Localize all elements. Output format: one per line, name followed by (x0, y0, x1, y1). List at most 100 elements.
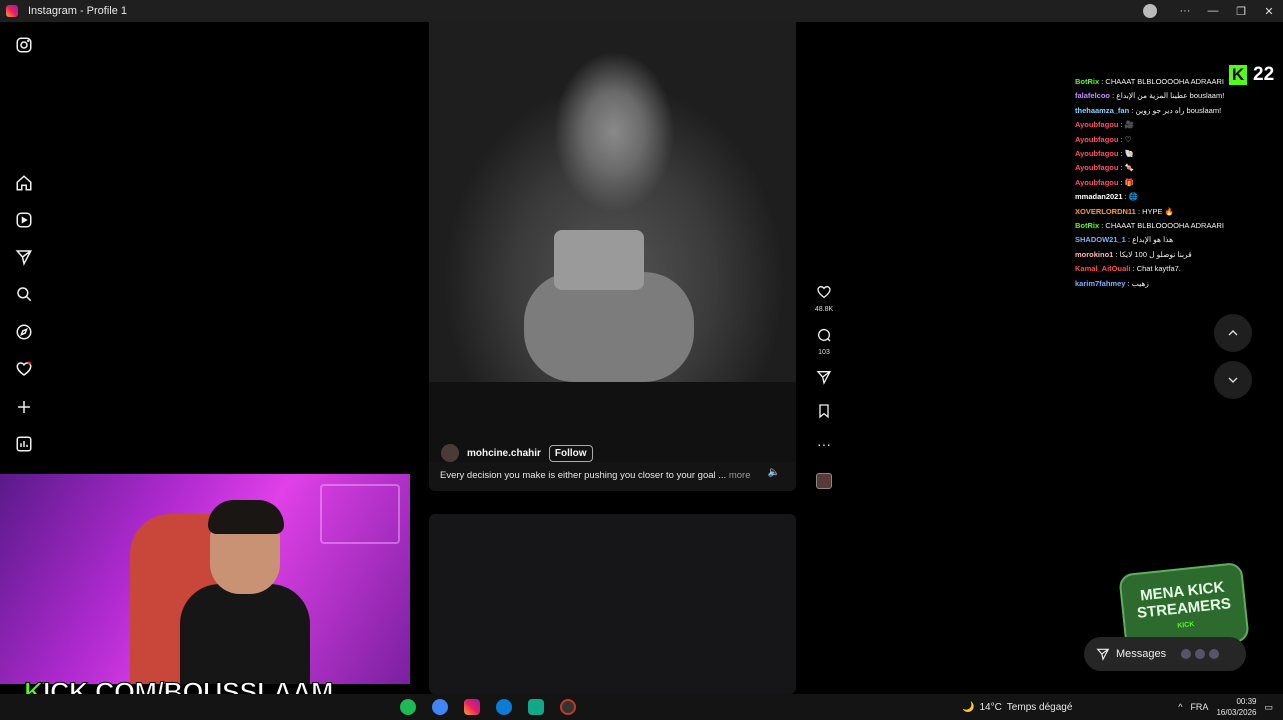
taskbar-apps (400, 699, 576, 715)
caption-more-link[interactable]: more (729, 470, 751, 481)
follow-button[interactable]: Follow (548, 444, 593, 462)
save-button[interactable] (809, 403, 839, 424)
system-tray: ^ FRA 00:39 16/03/2026 ▭ (1178, 694, 1273, 720)
heart-icon (817, 285, 831, 299)
more-options-icon[interactable]: ··· (809, 436, 839, 452)
chat-username[interactable]: mmadan2021 (1075, 192, 1123, 201)
chat-username[interactable]: morokino1 (1075, 250, 1113, 259)
chat-username[interactable]: Ayoubfagou (1075, 178, 1118, 187)
chat-message: Ayoubfagou : 🎥 (1075, 118, 1260, 132)
comment-count: 103 (818, 349, 830, 356)
scroll-down-button[interactable] (1214, 361, 1252, 399)
edge-icon[interactable] (496, 699, 512, 715)
webcam-person-hair (208, 500, 284, 534)
chat-text: : HYPE 🔥 (1137, 206, 1174, 216)
chat-message: mmadan2021 : 🌐 (1075, 190, 1260, 204)
messages-avatars (1180, 648, 1221, 660)
messages-button[interactable]: Messages (1084, 637, 1246, 671)
chat-username[interactable]: falafelcoo (1075, 91, 1110, 100)
post-author-username[interactable]: mohcine.chahir (467, 448, 541, 459)
minimize-button[interactable]: — (1199, 5, 1227, 17)
clock-date: 16/03/2026 (1216, 708, 1257, 717)
comment-button[interactable]: 103 (809, 327, 839, 356)
chat-username[interactable]: Ayoubfagou (1075, 149, 1118, 158)
chat-text: : CHAAAT BLBLOOOOHA ADRAARI (1101, 221, 1224, 231)
instagram-taskbar-icon[interactable] (464, 699, 480, 715)
chat-message: BotRix : CHAAAT BLBLOOOOHA ADRAARI (1075, 219, 1260, 233)
chat-username[interactable]: BotRix (1075, 77, 1099, 86)
post-image-phone (554, 230, 644, 290)
spotify-icon[interactable] (400, 699, 416, 715)
chat-username[interactable]: XOVERLORDN11 (1075, 207, 1136, 216)
stream-chat: BotRix : CHAAAT BLBLOOOOHA ADRAARI falafe… (1075, 75, 1260, 291)
chat-message: Ayoubfagou : 🎁 (1075, 176, 1260, 190)
bookmark-icon (819, 404, 829, 419)
obs-icon[interactable] (560, 699, 576, 715)
chat-username[interactable]: SHADOW21_1 (1075, 235, 1126, 244)
chat-text: : CHAAAT BLBLOOOOHA ADRAARI (1101, 77, 1224, 86)
like-button[interactable]: 48.8K (809, 284, 839, 313)
chat-text: : هذا هو الإبداع (1127, 235, 1174, 245)
chat-text: : Chat kaytfa7. (1132, 264, 1181, 274)
chat-text: : 🎁 (1120, 177, 1135, 187)
chat-username[interactable]: Ayoubfagou (1075, 135, 1118, 144)
window-title: Instagram - Profile 1 (28, 5, 128, 17)
moon-icon: 🌙 (962, 701, 975, 713)
weather-widget[interactable]: 🌙 14°C Temps dégagé (962, 694, 1072, 720)
audio-thumbnail[interactable] (809, 473, 839, 489)
chat-text: : 🎥 (1120, 120, 1135, 130)
chat-message: Kamal_AitOuali : Chat kaytfa7. (1075, 262, 1260, 276)
chat-message: morokino1 : قربنا نوصلو ل 100 لايكا (1075, 248, 1260, 262)
chat-message: BotRix : CHAAAT BLBLOOOOHA ADRAARI (1075, 75, 1260, 89)
chart-icon[interactable] (14, 434, 34, 454)
temperature: 14°C (979, 701, 1002, 713)
post-author-row: mohcine.chahir Follow (441, 444, 593, 462)
post-card: mohcine.chahir Follow Every decision you… (429, 22, 796, 491)
notification-icon[interactable]: ▭ (1264, 702, 1273, 713)
chat-message: thehaamza_fan : راه دير جو زوين bouslaam… (1075, 104, 1260, 118)
instagram-icon[interactable] (14, 35, 34, 55)
chat-username[interactable]: Ayoubfagou (1075, 163, 1118, 172)
home-icon[interactable] (14, 173, 34, 193)
plus-icon[interactable] (14, 397, 34, 417)
heart-icon[interactable] (14, 359, 34, 379)
post-caption: Every decision you make is either pushin… (440, 470, 751, 481)
scroll-up-button[interactable] (1214, 314, 1252, 352)
chat-text: : عطينا المزية من الإبداع bouslaam! (1112, 91, 1225, 101)
chat-username[interactable]: Ayoubfagou (1075, 120, 1118, 129)
close-button[interactable]: ✕ (1255, 5, 1283, 18)
language-indicator[interactable]: FRA (1190, 702, 1208, 712)
send-icon[interactable] (14, 247, 34, 267)
app-icon[interactable] (528, 699, 544, 715)
chat-username[interactable]: thehaamza_fan (1075, 106, 1129, 115)
chat-message: XOVERLORDN11 : HYPE 🔥 (1075, 205, 1260, 219)
maximize-button[interactable]: ❐ (1227, 5, 1255, 18)
chat-text: : 🍬 (1120, 163, 1135, 173)
chat-username[interactable]: Kamal_AitOuali (1075, 264, 1130, 273)
reels-icon[interactable] (14, 210, 34, 230)
instagram-app-icon (6, 5, 18, 17)
profile-avatar-icon[interactable] (1143, 4, 1157, 18)
like-count: 48.8K (814, 306, 834, 313)
chat-message: Ayoubfagou : 🐚 (1075, 147, 1260, 161)
mena-badge-small: KICK (1176, 620, 1195, 630)
post-author-avatar[interactable] (441, 444, 459, 462)
compass-icon[interactable] (14, 322, 34, 342)
chrome-icon[interactable] (432, 699, 448, 715)
messages-label: Messages (1116, 648, 1167, 660)
chevron-up-icon[interactable]: ^ (1178, 702, 1182, 712)
speaker-icon[interactable]: 🔈 (768, 467, 780, 478)
search-icon[interactable] (14, 284, 34, 304)
clock[interactable]: 00:39 16/03/2026 (1216, 696, 1256, 718)
more-options-button[interactable]: ··· (1171, 5, 1199, 17)
chat-message: karim7fahmey : زهيب (1075, 277, 1260, 291)
webcam-shelf (320, 484, 400, 544)
chat-username[interactable]: karim7fahmey (1075, 279, 1125, 288)
clock-time: 00:39 (1236, 697, 1257, 706)
screen: Instagram - Profile 1 ··· — ❐ ✕ mohcine.… (0, 0, 1283, 720)
share-button[interactable] (809, 369, 839, 390)
sidebar (0, 22, 48, 482)
window-title-bar: Instagram - Profile 1 ··· — ❐ ✕ (0, 0, 1283, 22)
streamer-webcam (0, 474, 410, 684)
chat-username[interactable]: BotRix (1075, 221, 1099, 230)
